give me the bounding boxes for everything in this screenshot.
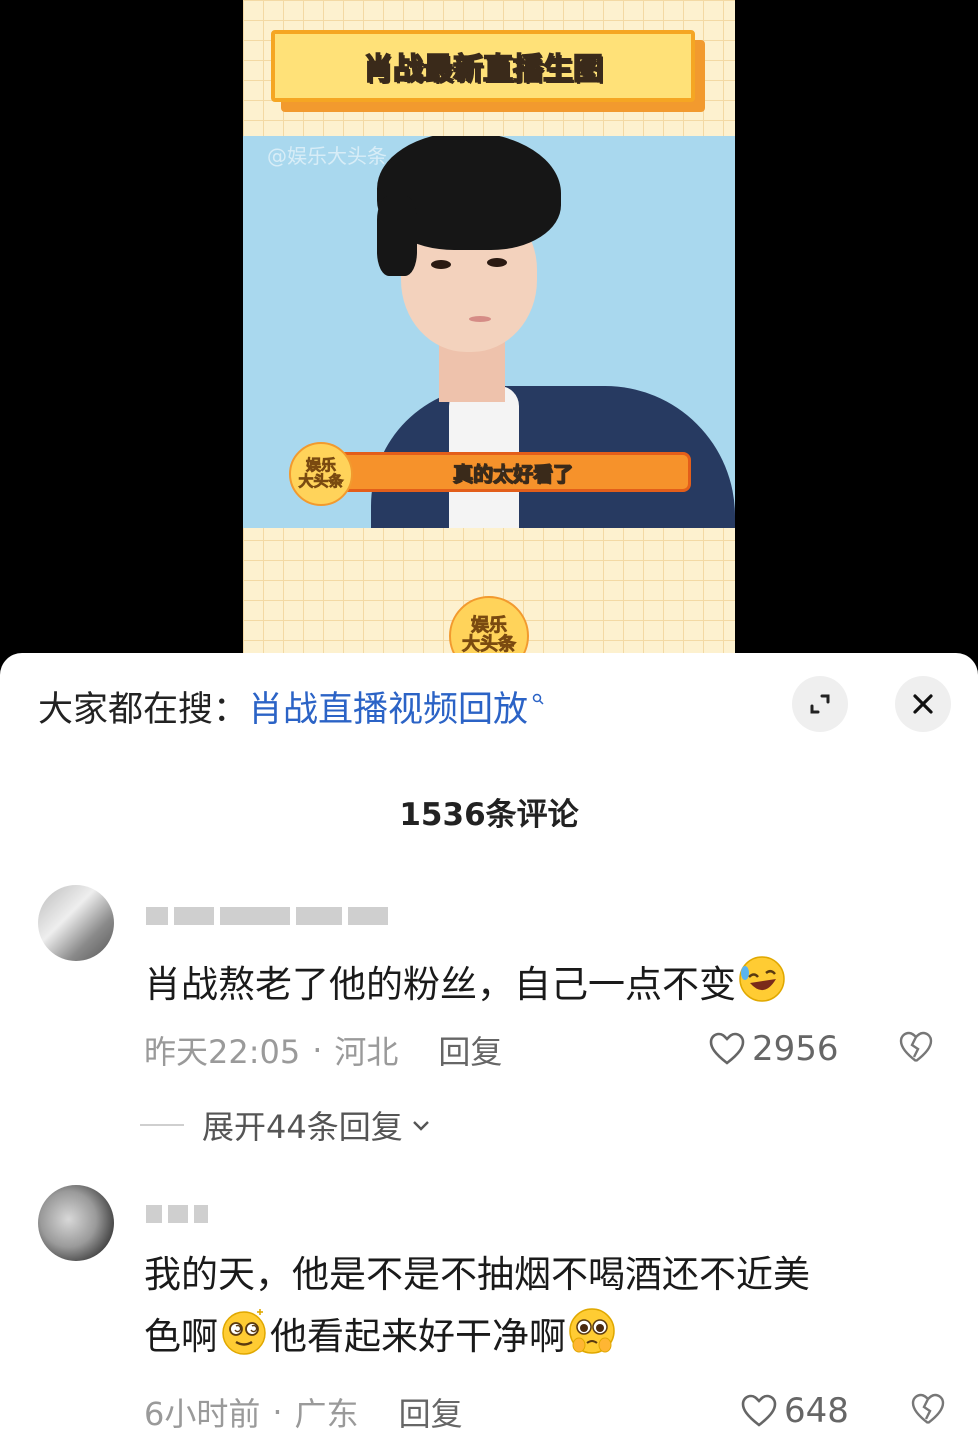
comment-meta: 6小时前 · 广东 回复 (144, 1389, 463, 1435)
comment-text-content: 肖战熬老了他的粉丝，自己一点不变 (144, 963, 736, 1006)
username-redacted[interactable] (146, 1197, 208, 1231)
comment-text: 我的天，他是不是不抽烟不喝酒还不近美 色啊 他看起来好干净啊 (144, 1245, 962, 1367)
close-icon (913, 694, 933, 714)
video-caption-bar: 真的太好看了 (335, 452, 691, 492)
video-frame: 肖战最新直播生图 @娱乐大头条 真的太好看了 娱乐 大头条 娱乐 大头条 (243, 0, 735, 700)
expand-replies-button[interactable]: 展开44条回复 (140, 1102, 433, 1148)
heart-icon (709, 1032, 745, 1065)
divider (140, 1124, 184, 1126)
channel-logo-badge: 娱乐 大头条 (289, 442, 353, 506)
video-title-banner: 肖战最新直播生图 (271, 30, 695, 102)
video-caption: 真的太好看了 (453, 461, 574, 486)
reply-button[interactable]: 回复 (399, 1389, 463, 1435)
comment-count: 1536条评论 (399, 797, 579, 833)
search-suggestion-label: 大家都在搜： (38, 689, 249, 730)
person-mouth (469, 316, 491, 322)
like-count: 648 (784, 1391, 849, 1431)
expand-icon (810, 694, 830, 714)
dizzy-emoji (222, 1309, 266, 1355)
comment-location: 广东 (294, 1395, 359, 1433)
comment-location: 河北 (334, 1033, 399, 1071)
comment-time: 6小时前 (144, 1395, 261, 1433)
comment-sheet: 大家都在搜： 肖战直播视频回放 1536条评论 肖战熬老了他的粉丝，自己一点不变 (0, 653, 978, 1437)
close-button[interactable] (895, 676, 951, 732)
comment-text-part: 色啊 (144, 1315, 218, 1358)
video-title: 肖战最新直播生图 (362, 51, 604, 88)
like-count: 2956 (752, 1029, 839, 1069)
avatar[interactable] (38, 885, 114, 961)
video-player[interactable]: 肖战最新直播生图 @娱乐大头条 真的太好看了 娱乐 大头条 娱乐 大头条 (0, 0, 978, 700)
expand-replies-label: 展开44条回复 (202, 1108, 403, 1146)
laughing-emoji (739, 956, 785, 1002)
expand-button[interactable] (792, 676, 848, 732)
avatar-blur (38, 1185, 114, 1261)
reply-button[interactable]: 回复 (438, 1027, 502, 1073)
person-eye-left (431, 260, 451, 269)
meta-separator: · (272, 1393, 283, 1431)
heart-icon (741, 1394, 777, 1427)
avatar[interactable] (38, 1185, 114, 1261)
comment-text-line1: 我的天，他是不是不抽烟不喝酒还不近美 (144, 1253, 810, 1296)
search-suggestion-link[interactable]: 肖战直播视频回放 (248, 681, 528, 732)
comment-meta: 昨天22:05 · 河北 回复 (144, 1027, 502, 1073)
comment-time: 昨天22:05 (144, 1033, 301, 1071)
chevron-down-icon (412, 1121, 429, 1131)
comment-text: 肖战熬老了他的粉丝，自己一点不变 (144, 953, 962, 1015)
comment-text-part: 他看起来好干净啊 (270, 1315, 566, 1358)
comment-text-line2: 色啊 他看起来好干净啊 (144, 1305, 962, 1367)
watermark: @娱乐大头条 (267, 144, 387, 168)
avatar-blur (38, 885, 114, 961)
like-button[interactable]: 2956 (708, 1029, 839, 1069)
meta-separator: · (312, 1031, 323, 1069)
broken-heart-icon[interactable] (898, 1031, 934, 1065)
person-hair-side (377, 196, 417, 276)
search-suggestion[interactable]: 大家都在搜： 肖战直播视频回放 (38, 681, 544, 731)
pleading-emoji (569, 1308, 615, 1354)
search-mini-icon (532, 693, 544, 705)
badge-line2: 大头条 (298, 472, 344, 490)
person-eye-right (487, 258, 507, 267)
broken-heart-icon[interactable] (910, 1393, 946, 1427)
like-button[interactable]: 648 (740, 1391, 849, 1431)
username-redacted[interactable] (146, 899, 388, 933)
